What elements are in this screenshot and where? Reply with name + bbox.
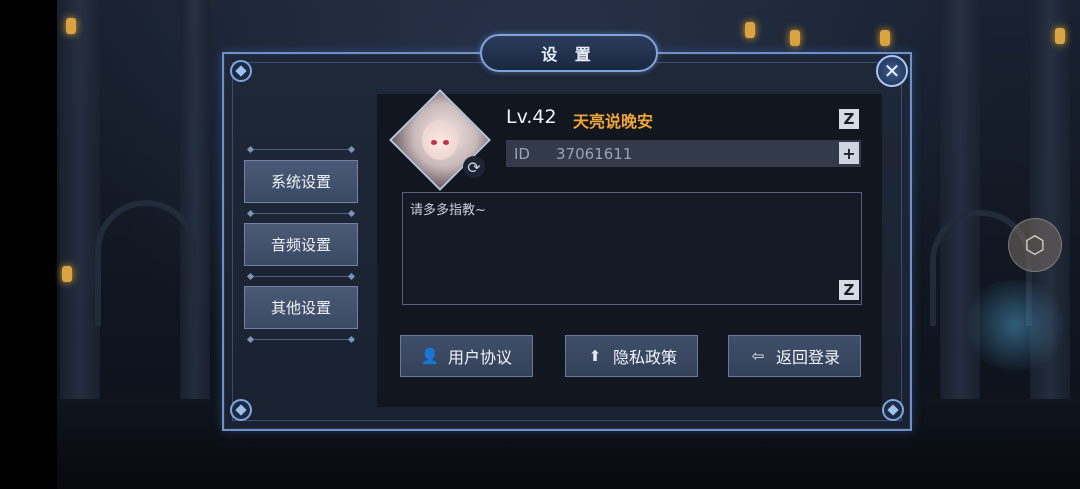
privacy-policy-label: 隐私政策 — [612, 348, 677, 367]
cube-menu-button[interactable]: ⬡ — [1008, 218, 1062, 272]
lamp — [745, 22, 755, 38]
logout-icon: ⇦ — [751, 347, 765, 365]
left-letterbox — [0, 0, 57, 489]
background-pillar — [60, 0, 100, 420]
fountain — [960, 280, 1070, 370]
signature-box[interactable]: 请多多指教~ — [402, 192, 862, 305]
edit-nickname-icon[interactable]: Z — [839, 109, 859, 129]
avatar-face — [422, 120, 458, 160]
cube-icon: ⬡ — [1024, 231, 1046, 259]
signature-text: 请多多指教~ — [410, 203, 486, 218]
sidebar-item-audio-settings[interactable]: 音频设置 — [244, 223, 358, 266]
privacy-icon: ⬆ — [588, 347, 602, 365]
close-icon: ✕ — [883, 59, 901, 83]
dialog-title: 设 置 — [480, 34, 658, 72]
corner-ornament-icon — [230, 60, 252, 82]
lamp — [66, 18, 76, 34]
sidebar-item-label: 其他设置 — [270, 299, 331, 317]
sidebar-item-other-settings[interactable]: 其他设置 — [244, 286, 358, 329]
sidebar-divider — [250, 276, 352, 277]
corner-ornament-icon — [882, 399, 904, 421]
back-to-login-label: 返回登录 — [775, 348, 840, 367]
sidebar-item-label: 系统设置 — [270, 173, 331, 191]
sidebar-divider — [250, 213, 352, 214]
privacy-policy-button[interactable]: ⬆ 隐私政策 — [565, 335, 698, 377]
lamp — [1055, 28, 1065, 44]
user-agreement-label: 用户协议 — [447, 348, 512, 367]
close-button[interactable]: ✕ — [876, 55, 908, 87]
lamp — [62, 266, 72, 282]
copy-id-icon[interactable]: + — [839, 142, 859, 164]
lamp — [880, 30, 890, 46]
background-pillar — [180, 0, 210, 400]
user-agreement-button[interactable]: 👤 用户协议 — [400, 335, 533, 377]
sidebar-item-system-settings[interactable]: 系统设置 — [244, 160, 358, 203]
refresh-avatar-icon[interactable]: ⟳ — [463, 156, 485, 178]
id-value: 37061611 — [556, 144, 633, 163]
edit-signature-icon[interactable]: Z — [839, 280, 859, 300]
sidebar-item-label: 音频设置 — [270, 236, 331, 254]
id-label: ID — [514, 144, 530, 163]
avatar-eye — [431, 140, 437, 145]
back-to-login-button[interactable]: ⇦ 返回登录 — [728, 335, 861, 377]
player-nickname: 天亮说晚安 — [573, 112, 654, 131]
player-level: Lv.42 — [506, 106, 557, 128]
avatar-eye — [443, 140, 449, 145]
corner-ornament-icon — [230, 399, 252, 421]
sidebar-divider — [250, 339, 352, 340]
background-arch — [95, 200, 197, 326]
lamp — [790, 30, 800, 46]
sidebar-divider — [250, 149, 352, 150]
player-id-bar: ID 37061611 — [506, 140, 861, 167]
user-icon: 👤 — [420, 347, 440, 365]
